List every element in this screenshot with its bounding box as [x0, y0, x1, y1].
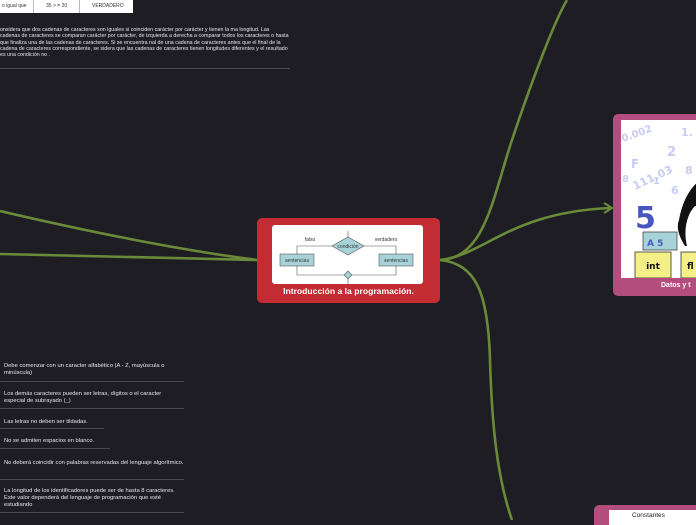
rule-text: Debe comenzar con un caracter alfabético… [4, 363, 165, 376]
illustration-number: 5 [635, 201, 656, 236]
int-box-label: int [646, 262, 660, 272]
table-separator [79, 0, 80, 13]
illustration-number: 2 [667, 145, 676, 160]
constantes-title: Constantes [632, 512, 665, 519]
flowchart-diagram: condición falso verdadero sentencias sen… [279, 231, 414, 284]
illustration-number: 1. [681, 126, 693, 139]
rule-divider [0, 381, 184, 382]
illustration-number: 6 [671, 184, 679, 197]
main-topic-title: Introducción a la programación. [283, 286, 414, 296]
rule-text: Los demás caracteres pueden ser letras, … [4, 391, 162, 404]
flowchart-image: condición falso verdadero sentencias sen… [272, 225, 423, 284]
condition-label: condición [337, 244, 358, 250]
false-label: falso [305, 237, 316, 243]
illustration-number: F [631, 157, 639, 171]
left-statement-label: sentencias [285, 258, 309, 264]
identifier-rule-item[interactable]: Los demás caracteres pueden ser letras, … [0, 391, 184, 405]
constantes-topic-node[interactable]: Constantes [594, 505, 696, 525]
illustration-number: 0.002 [621, 124, 654, 145]
illustration-number: 8 [685, 164, 693, 177]
string-comparison-note: onsidera que dos cadenas de caracteres s… [0, 27, 289, 59]
identifier-rule-item[interactable]: No se admiten espacios en blanco. [0, 438, 184, 445]
comparison-table-row: o igual que 35 > = 20 VERDADERO [0, 0, 133, 13]
branch-to-bottom [439, 258, 514, 520]
branch-to-datos [439, 206, 612, 262]
identifier-rule-item[interactable]: Las letras no deben ser tildadas. [0, 419, 184, 426]
rule-divider [0, 408, 184, 409]
float-box-label: fl [687, 262, 694, 272]
branch-to-left-top [0, 209, 258, 262]
rule-divider [0, 428, 104, 429]
rule-text: Las letras no deben ser tildadas. [4, 419, 88, 425]
rule-text: No se admiten espacios en blanco. [4, 438, 95, 444]
constantes-image: Constantes [609, 510, 696, 525]
datos-topic-title: Datos y t [661, 282, 691, 289]
rule-text: No deberá coincidir con palabras reserva… [4, 460, 184, 466]
illustration-number: 1 [653, 176, 660, 187]
rule-text: La longitud de los identificadores puede… [4, 488, 175, 508]
branch-to-top [439, 0, 569, 262]
datos-topic-node[interactable]: 0.002 1. 2 F 111.03 6 8 8 1 5 A 5 int fl… [613, 114, 696, 296]
table-separator [33, 0, 34, 13]
table-cell-result: VERDADERO [92, 3, 124, 9]
rule-divider [0, 448, 110, 449]
rule-divider [0, 479, 184, 480]
illustration-number: A 5 [647, 239, 663, 249]
identifier-rule-item[interactable]: Debe comenzar con un caracter alfabético… [0, 363, 184, 377]
right-statement-label: sentencias [384, 258, 408, 264]
true-label: verdadero [375, 237, 398, 243]
illustration-number: 8 [622, 174, 629, 185]
table-cell-operator: o igual que [2, 3, 27, 9]
datos-image: 0.002 1. 2 F 111.03 6 8 8 1 5 A 5 int fl [620, 120, 696, 279]
note-underline [0, 68, 290, 69]
data-types-illustration: 0.002 1. 2 F 111.03 6 8 8 1 5 A 5 int fl [620, 124, 696, 279]
main-topic-node[interactable]: condición falso verdadero sentencias sen… [257, 218, 440, 303]
table-cell-expression: 35 > = 20 [46, 3, 68, 9]
identifier-rule-item[interactable]: La longitud de los identificadores puede… [0, 488, 184, 509]
rule-divider [0, 512, 184, 513]
identifier-rule-item[interactable]: No deberá coincidir con palabras reserva… [0, 460, 184, 467]
join-diamond [343, 270, 353, 280]
